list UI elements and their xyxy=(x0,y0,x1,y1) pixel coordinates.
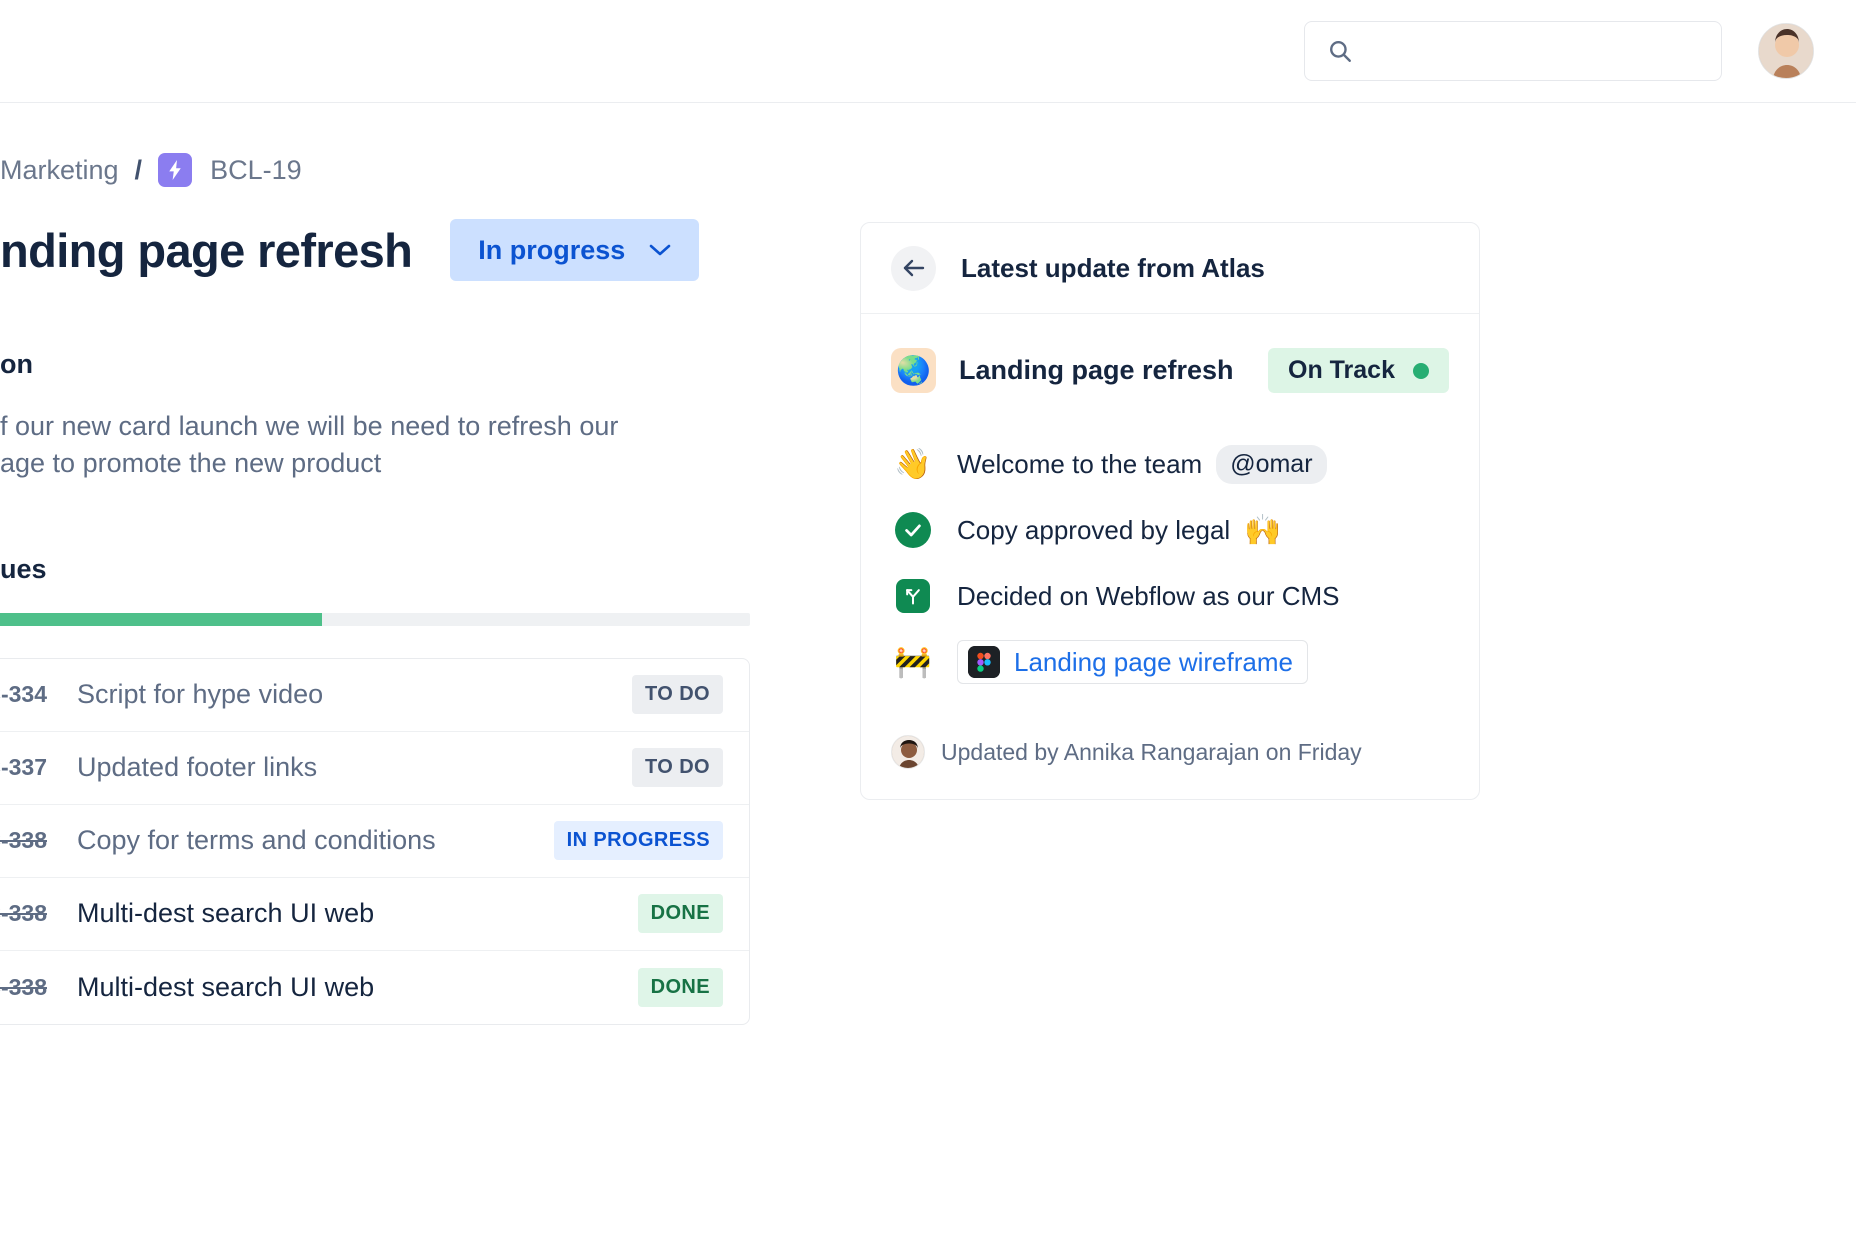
issues-list: C-334Script for hype videoTO DOC-337Upda… xyxy=(0,658,750,1025)
smart-link-chip[interactable]: Landing page wireframe xyxy=(957,640,1308,684)
panel-header: Latest update from Atlas xyxy=(861,223,1479,314)
chevron-down-icon xyxy=(649,243,671,257)
search-icon xyxy=(1327,38,1353,64)
issue-summary[interactable]: Multi-dest search UI web xyxy=(77,898,638,929)
status-dropdown-button[interactable]: In progress xyxy=(450,219,699,281)
breadcrumb-issue-key[interactable]: BCL-19 xyxy=(210,155,302,186)
issue-key[interactable]: C-337 xyxy=(0,754,53,781)
status-badge-label: On Track xyxy=(1288,356,1395,385)
issues-progress-fill xyxy=(0,613,322,626)
back-arrow-icon[interactable] xyxy=(891,246,936,291)
update-footer: Updated by Annika Rangarajan on Friday xyxy=(891,735,1449,769)
latest-update-panel: Latest update from Atlas 🌏 Landing page … xyxy=(860,222,1480,800)
page-title: nding page refresh xyxy=(0,223,412,278)
issue-detail-column: Marketing / BCL-19 nding page refresh In… xyxy=(0,103,757,1025)
list-item: 🚧 Landing page wireframe xyxy=(891,629,1449,695)
status-badge: On Track xyxy=(1268,348,1449,393)
status-dot-icon xyxy=(1413,363,1429,379)
table-row[interactable]: C-338 Copy for terms and conditionsIN PRO… xyxy=(0,805,749,878)
avatar-image xyxy=(1759,24,1814,79)
table-row[interactable]: C-334 Script for hype videoTO DO xyxy=(0,659,749,732)
issue-summary[interactable]: Copy for terms and conditions xyxy=(77,825,554,856)
globe-emoji: 🌏 xyxy=(891,348,936,393)
description-line-2: age to promote the new product xyxy=(0,445,780,482)
list-item-content: Welcome to the team @omar xyxy=(957,445,1327,484)
list-item-content: Decided on Webflow as our CMS xyxy=(957,581,1339,612)
status-dropdown-label: In progress xyxy=(478,235,625,266)
list-item: Decided on Webflow as our CMS xyxy=(891,563,1449,629)
table-row[interactable]: C-338 Multi-dest search UI webDONE xyxy=(0,951,749,1024)
issue-summary[interactable]: Updated footer links xyxy=(77,752,632,783)
list-item: 👋 Welcome to the team @omar xyxy=(891,431,1449,497)
annika-avatar xyxy=(891,735,925,769)
status-badge: IN PROGRESS xyxy=(554,821,723,860)
annika-avatar-image xyxy=(892,736,925,769)
list-item-label: Copy approved by legal xyxy=(957,515,1230,546)
status-badge: TO DO xyxy=(632,748,723,787)
issue-key[interactable]: C-338 xyxy=(0,827,53,854)
list-item-label: Decided on Webflow as our CMS xyxy=(957,581,1339,612)
issue-key[interactable]: C-338 xyxy=(0,900,53,927)
panel-title: Latest update from Atlas xyxy=(961,253,1265,284)
waving-hand-emoji: 👋 xyxy=(891,447,935,482)
construction-barrier-emoji: 🚧 xyxy=(891,645,935,680)
list-item-label: Welcome to the team xyxy=(957,449,1202,480)
breadcrumb-project[interactable]: Marketing xyxy=(0,155,119,186)
smart-link-label[interactable]: Landing page wireframe xyxy=(1014,647,1293,678)
check-circle-icon xyxy=(891,512,935,548)
panel-body: 🌏 Landing page refresh On Track 👋 Welcome… xyxy=(861,314,1479,799)
avatar[interactable] xyxy=(1758,23,1814,79)
raised-hands-emoji: 🙌 xyxy=(1244,513,1281,548)
breadcrumb-separator: / xyxy=(135,155,143,186)
list-item: Copy approved by legal 🙌 xyxy=(891,497,1449,563)
search-box[interactable] xyxy=(1304,21,1722,81)
app-window: Marketing / BCL-19 nding page refresh In… xyxy=(0,0,1856,1236)
table-row[interactable]: C-337 Updated footer linksTO DO xyxy=(0,732,749,805)
issue-summary[interactable]: Script for hype video xyxy=(77,679,632,710)
lightning-bolt-icon xyxy=(158,153,192,187)
status-badge: DONE xyxy=(638,968,723,1007)
update-footer-text: Updated by Annika Rangarajan on Friday xyxy=(941,739,1362,766)
panel-project-name[interactable]: Landing page refresh xyxy=(959,355,1234,386)
issue-key[interactable]: C-334 xyxy=(0,681,53,708)
top-navigation-bar xyxy=(0,0,1856,103)
search-input[interactable] xyxy=(1367,40,1697,62)
title-row: nding page refresh In progress xyxy=(0,219,757,281)
list-item-content: Copy approved by legal 🙌 xyxy=(957,513,1282,548)
status-badge: TO DO xyxy=(632,675,723,714)
issue-key[interactable]: C-338 xyxy=(0,974,53,1001)
description-heading: on xyxy=(0,349,757,380)
table-row[interactable]: C-338 Multi-dest search UI webDONE xyxy=(0,878,749,951)
update-bullet-list: 👋 Welcome to the team @omar Copy approved b… xyxy=(891,431,1449,695)
mention-chip[interactable]: @omar xyxy=(1216,445,1326,484)
description-line-1: f our new card launch we will be need to… xyxy=(0,408,780,445)
status-badge: DONE xyxy=(638,894,723,933)
figma-icon xyxy=(968,646,1000,678)
issues-heading: ues xyxy=(0,554,757,585)
breadcrumb: Marketing / BCL-19 xyxy=(0,153,757,187)
issues-progress-bar xyxy=(0,613,750,626)
list-item-content: Landing page wireframe xyxy=(957,640,1308,684)
description-body: f our new card launch we will be need to… xyxy=(0,408,780,482)
decision-fork-icon xyxy=(891,579,935,613)
issue-summary[interactable]: Multi-dest search UI web xyxy=(77,972,638,1003)
panel-project-row: 🌏 Landing page refresh On Track xyxy=(891,348,1449,393)
